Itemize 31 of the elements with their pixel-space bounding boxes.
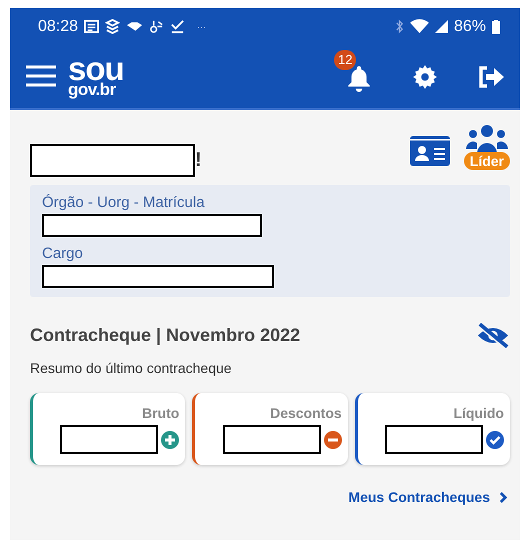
menu-icon[interactable] — [26, 65, 56, 88]
chevron-right-icon[interactable] — [499, 490, 508, 504]
wifi-icon — [410, 19, 429, 34]
app-logo: sou gov.br — [68, 55, 124, 98]
greeting-text: ! — [195, 149, 202, 172]
users-icon — [464, 124, 509, 154]
card-label: Bruto — [142, 405, 180, 421]
battery-icon — [492, 20, 500, 34]
signal-icon — [434, 20, 448, 33]
clock-time: 08:28 — [38, 18, 78, 36]
hide-icon[interactable] — [476, 323, 510, 348]
section-title: Contracheque | Novembro 2022 — [30, 325, 300, 346]
card-label: Descontos — [270, 405, 342, 421]
bluetooth-icon — [394, 19, 404, 34]
settings-icon[interactable] — [412, 64, 438, 90]
leader-badge: Líder — [464, 152, 510, 170]
field-label: Cargo — [42, 245, 84, 262]
payslips-link[interactable]: Meus Contracheques — [348, 489, 490, 505]
subtitle-text: Resumo do último contracheque — [30, 360, 233, 376]
plus-icon — [161, 430, 180, 448]
notifications-icon[interactable] — [346, 64, 372, 92]
logout-icon[interactable] — [478, 66, 504, 88]
battery-level: 86% — [454, 18, 486, 36]
minus-icon — [324, 430, 342, 448]
notification-badge: 12 — [334, 50, 356, 70]
id-card-icon[interactable] — [410, 136, 450, 166]
field-label: Órgão - Uorg - Matrícula — [42, 194, 206, 211]
more-indicator: ··· — [197, 22, 206, 32]
check-icon — [486, 430, 504, 448]
download-done-icon — [170, 19, 186, 34]
card-label: Líquido — [453, 405, 504, 421]
